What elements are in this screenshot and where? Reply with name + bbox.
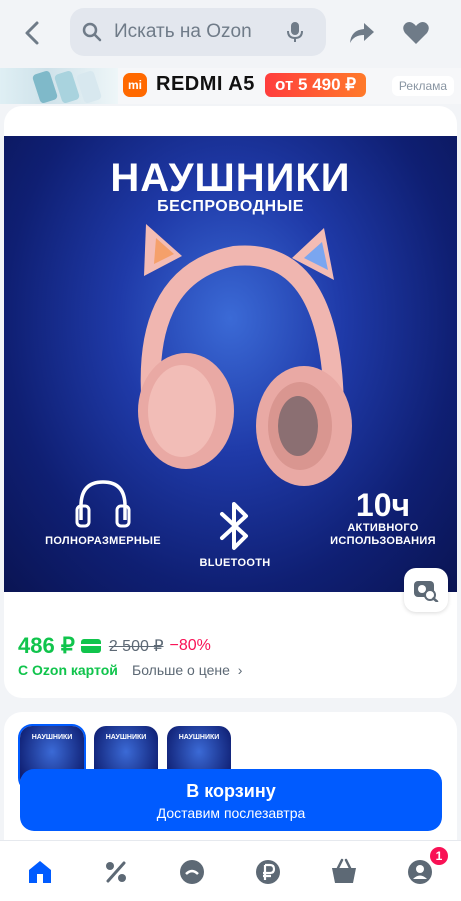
ad-label: Реклама: [392, 76, 454, 96]
headphones-image: [138, 224, 352, 486]
with-card-label: С Ozon картой: [18, 662, 118, 678]
ozon-card-icon: [80, 639, 101, 653]
product-card: НАУШНИКИ БЕСПРОВОДНЫЕ ПОЛНОРАЗМЕРНЫЕ BLU…: [4, 106, 457, 698]
xiaomi-logo: mi: [123, 73, 147, 97]
banner-title: НАУШНИКИ: [110, 156, 351, 200]
feature-bluetooth: BLUETOOTH: [190, 500, 280, 569]
find-similar-button[interactable]: [404, 568, 448, 612]
feature-fullsize: ПОЛНОРАЗМЕРНЫЕ: [28, 476, 178, 547]
bluetooth-icon: [220, 502, 248, 550]
search-input[interactable]: Искать на Ozon: [70, 8, 326, 56]
more-about-price-link[interactable]: Больше о цене ›: [132, 662, 242, 678]
price-row[interactable]: 486 ₽ 2 500 ₽ −80%: [18, 632, 211, 660]
home-icon[interactable]: [25, 857, 55, 887]
cart-title: В корзину: [186, 781, 276, 801]
profile-icon[interactable]: [405, 857, 435, 887]
ad-banner[interactable]: mi REDMI A5 от 5 490 ₽ Реклама: [0, 68, 461, 104]
ad-phones-image: [0, 68, 118, 104]
percent-icon[interactable]: [101, 857, 131, 887]
add-to-cart-button[interactable]: В корзину Доставим послезавтра: [20, 769, 442, 831]
search-icon: [82, 22, 102, 42]
image-search-icon: [414, 581, 439, 602]
price-current: 486 ₽: [18, 633, 75, 658]
search-placeholder: Искать на Ozon: [114, 21, 252, 42]
share-icon[interactable]: [348, 20, 376, 46]
feature-label: АКТИВНОГО ИСПОЛЬЗОВАНИЯ: [330, 522, 436, 547]
microphone-icon[interactable]: [286, 21, 304, 43]
back-icon[interactable]: [18, 18, 48, 48]
feature-battery: 10ч АКТИВНОГО ИСПОЛЬЗОВАНИЯ: [324, 488, 442, 548]
price-old: 2 500 ₽: [108, 638, 164, 655]
product-image[interactable]: НАУШНИКИ БЕСПРОВОДНЫЕ ПОЛНОРАЗМЕРНЫЕ BLU…: [4, 136, 457, 592]
feature-label: BLUETOOTH: [199, 557, 271, 569]
feature-hours: 10ч: [355, 487, 411, 523]
cart-subtitle: Доставим послезавтра: [156, 805, 306, 821]
more-about-price-label: Больше о цене: [132, 662, 230, 678]
heart-icon[interactable]: [402, 20, 430, 46]
profile-badge: 1: [430, 847, 448, 865]
headphones-icon: [75, 480, 131, 528]
banner-subtitle: БЕСПРОВОДНЫЕ: [157, 198, 304, 215]
top-bar: Искать на Ozon: [0, 0, 461, 64]
basket-icon[interactable]: [329, 857, 359, 887]
ad-price: от 5 490 ₽: [265, 73, 367, 97]
ad-brand: REDMI A5: [156, 73, 255, 95]
price-discount: −80%: [169, 637, 211, 654]
ruble-icon[interactable]: [253, 857, 283, 887]
fresh-icon[interactable]: [177, 857, 207, 887]
bottom-nav: [0, 840, 461, 901]
feature-label: ПОЛНОРАЗМЕРНЫЕ: [45, 535, 161, 547]
chevron-right-icon: ›: [237, 662, 243, 678]
